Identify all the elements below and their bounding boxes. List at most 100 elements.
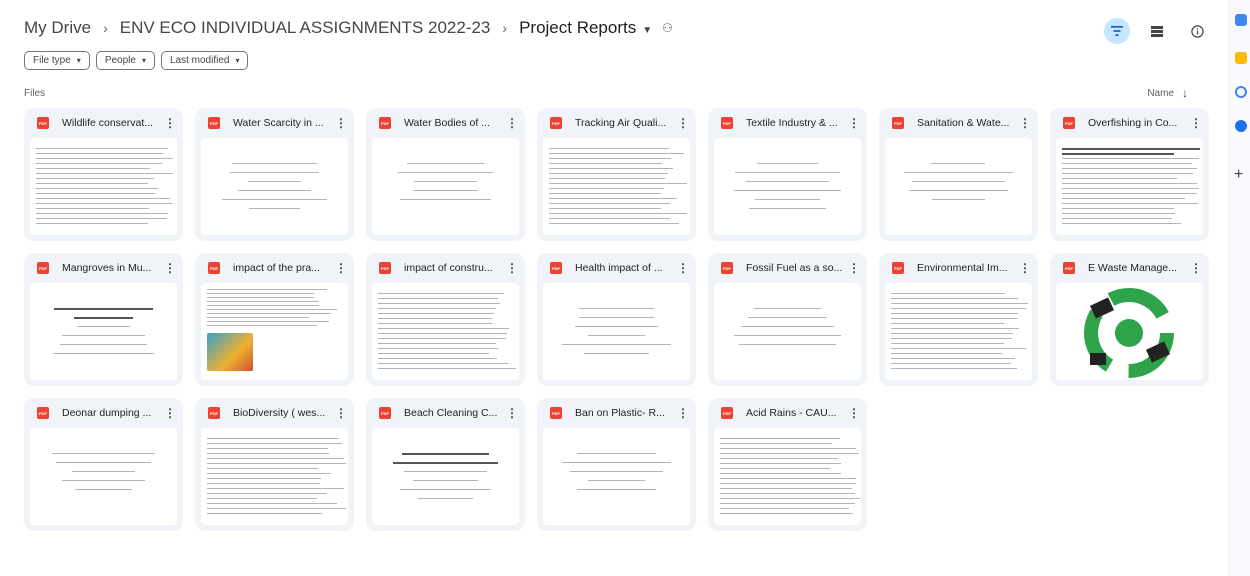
thumbnail-text-line [1062, 168, 1198, 170]
breadcrumb-env-eco[interactable]: ENV ECO INDIVIDUAL ASSIGNMENTS 2022-23 [120, 18, 491, 38]
thumbnail-text-line [207, 297, 314, 299]
file-card[interactable]: PDF Health impact of ... ⋮ [537, 253, 696, 386]
thumbnail-text-line [398, 172, 493, 174]
thumbnail-text-line [549, 163, 663, 165]
file-card[interactable]: PDF Fossil Fuel as a so... ⋮ [708, 253, 867, 386]
more-options-icon[interactable]: ⋮ [163, 406, 177, 420]
thumbnail-text-line [74, 489, 133, 491]
thumbnail-text-line [207, 453, 329, 455]
pdf-file-icon: PDF [208, 407, 220, 419]
more-options-icon[interactable]: ⋮ [163, 261, 177, 275]
more-options-icon[interactable]: ⋮ [847, 261, 861, 275]
thumbnail-text-line [54, 308, 153, 310]
more-options-icon[interactable]: ⋮ [334, 261, 348, 275]
file-card[interactable]: PDF Acid Rains - CAU... ⋮ [708, 398, 867, 531]
thumbnail-text-line [1062, 148, 1201, 150]
tasks-icon[interactable] [1235, 86, 1247, 98]
thumbnail-text-line [579, 317, 654, 319]
thumbnail-text-line [720, 463, 841, 465]
more-options-icon[interactable]: ⋮ [676, 406, 690, 420]
thumbnail-text-line [36, 178, 154, 180]
file-card[interactable]: PDF Water Scarcity in ... ⋮ [195, 108, 354, 241]
file-card[interactable]: PDF impact of the pra... ⋮ [195, 253, 354, 386]
thumbnail-text-line [891, 298, 1019, 300]
thumbnail-text-line [378, 303, 500, 305]
thumbnail-text-line [413, 190, 478, 192]
filter-chip-last-modified[interactable]: Last modified ▾ [160, 51, 249, 70]
thumbnail-text-line [36, 208, 149, 210]
pdf-file-icon: PDF [208, 262, 220, 274]
thumbnail-text-line [247, 181, 302, 183]
thumbnail-text-line [393, 462, 498, 464]
thumbnail-text-line [378, 363, 508, 365]
thumbnail-text-line [62, 480, 145, 482]
file-card[interactable]: PDF impact of constru... ⋮ [366, 253, 525, 386]
more-options-icon[interactable]: ⋮ [163, 116, 177, 130]
file-card-header: PDF Sanitation & Wate... ⋮ [879, 108, 1038, 138]
thumbnail-text-line [754, 308, 821, 310]
thumbnail-text-line [1062, 203, 1198, 205]
file-thumbnail [372, 138, 519, 235]
breadcrumb: My Drive › ENV ECO INDIVIDUAL ASSIGNMENT… [24, 18, 673, 38]
file-card[interactable]: PDF Deonar dumping ... ⋮ [24, 398, 183, 531]
file-card[interactable]: PDF Beach Cleaning C... ⋮ [366, 398, 525, 531]
more-options-icon[interactable]: ⋮ [1018, 116, 1032, 130]
thumbnail-text-line [549, 208, 662, 210]
more-options-icon[interactable]: ⋮ [1018, 261, 1032, 275]
more-options-icon[interactable]: ⋮ [847, 406, 861, 420]
file-card-header: PDF Environmental Im... ⋮ [879, 253, 1038, 283]
file-card[interactable]: PDF Sanitation & Wate... ⋮ [879, 108, 1038, 241]
file-card[interactable]: PDF Textile Industry & ... ⋮ [708, 108, 867, 241]
breadcrumb-my-drive[interactable]: My Drive [24, 18, 91, 38]
chip-label: People [104, 55, 136, 66]
more-options-icon[interactable]: ⋮ [334, 116, 348, 130]
file-card[interactable]: PDF Ban on Plastic- R... ⋮ [537, 398, 696, 531]
sort-label: Name [1147, 87, 1174, 99]
more-options-icon[interactable]: ⋮ [505, 406, 519, 420]
thumbnail-text-line [891, 338, 1012, 340]
thumbnail-text-line [1062, 178, 1178, 180]
file-thumbnail [30, 138, 177, 235]
plus-icon[interactable]: + [1234, 166, 1243, 184]
file-card[interactable]: PDF E Waste Manage... ⋮ [1050, 253, 1209, 386]
file-thumbnail [543, 428, 690, 525]
more-options-icon[interactable]: ⋮ [847, 116, 861, 130]
info-icon[interactable] [1184, 18, 1210, 44]
thumbnail-text-line [720, 458, 839, 460]
more-options-icon[interactable]: ⋮ [676, 261, 690, 275]
pdf-file-icon: PDF [37, 407, 49, 419]
thumbnail-text-line [720, 473, 841, 475]
contacts-icon[interactable] [1235, 120, 1247, 132]
filter-icon[interactable] [1104, 18, 1130, 44]
keep-icon[interactable] [1235, 52, 1247, 64]
file-card[interactable]: PDF Overfishing in Co... ⋮ [1050, 108, 1209, 241]
list-view-icon[interactable] [1144, 18, 1170, 44]
breadcrumb-project-reports[interactable]: Project Reports ▼ [519, 18, 652, 38]
thumbnail-text-line [402, 453, 489, 455]
file-card[interactable]: PDF Water Bodies of ... ⋮ [366, 108, 525, 241]
file-card[interactable]: PDF Environmental Im... ⋮ [879, 253, 1038, 386]
file-card[interactable]: PDF Wildlife conservat... ⋮ [24, 108, 183, 241]
thumbnail-text-line [549, 148, 669, 150]
thumbnail-text-line [36, 223, 148, 225]
sort-control[interactable]: Name ↓ [1147, 86, 1188, 100]
more-options-icon[interactable]: ⋮ [334, 406, 348, 420]
thumbnail-text-line [36, 193, 156, 195]
thumbnail-text-line [549, 168, 674, 170]
file-card-header: PDF impact of the pra... ⋮ [195, 253, 354, 283]
file-card[interactable]: PDF Tracking Air Quali... ⋮ [537, 108, 696, 241]
more-options-icon[interactable]: ⋮ [505, 261, 519, 275]
filter-chip-people[interactable]: People ▾ [95, 51, 155, 70]
more-options-icon[interactable]: ⋮ [505, 116, 519, 130]
file-card[interactable]: PDF Mangroves in Mu... ⋮ [24, 253, 183, 386]
more-options-icon[interactable]: ⋮ [1189, 261, 1203, 275]
calendar-icon[interactable] [1235, 14, 1247, 26]
thumbnail-photo [207, 333, 253, 371]
more-options-icon[interactable]: ⋮ [676, 116, 690, 130]
thumbnail-text-line [207, 438, 340, 440]
thumbnail-text-line [36, 188, 159, 190]
more-options-icon[interactable]: ⋮ [1189, 116, 1203, 130]
filter-chip-file-type[interactable]: File type ▾ [24, 51, 90, 70]
file-card[interactable]: PDF BioDiversity ( wes... ⋮ [195, 398, 354, 531]
thumbnail-text-line [740, 326, 835, 328]
